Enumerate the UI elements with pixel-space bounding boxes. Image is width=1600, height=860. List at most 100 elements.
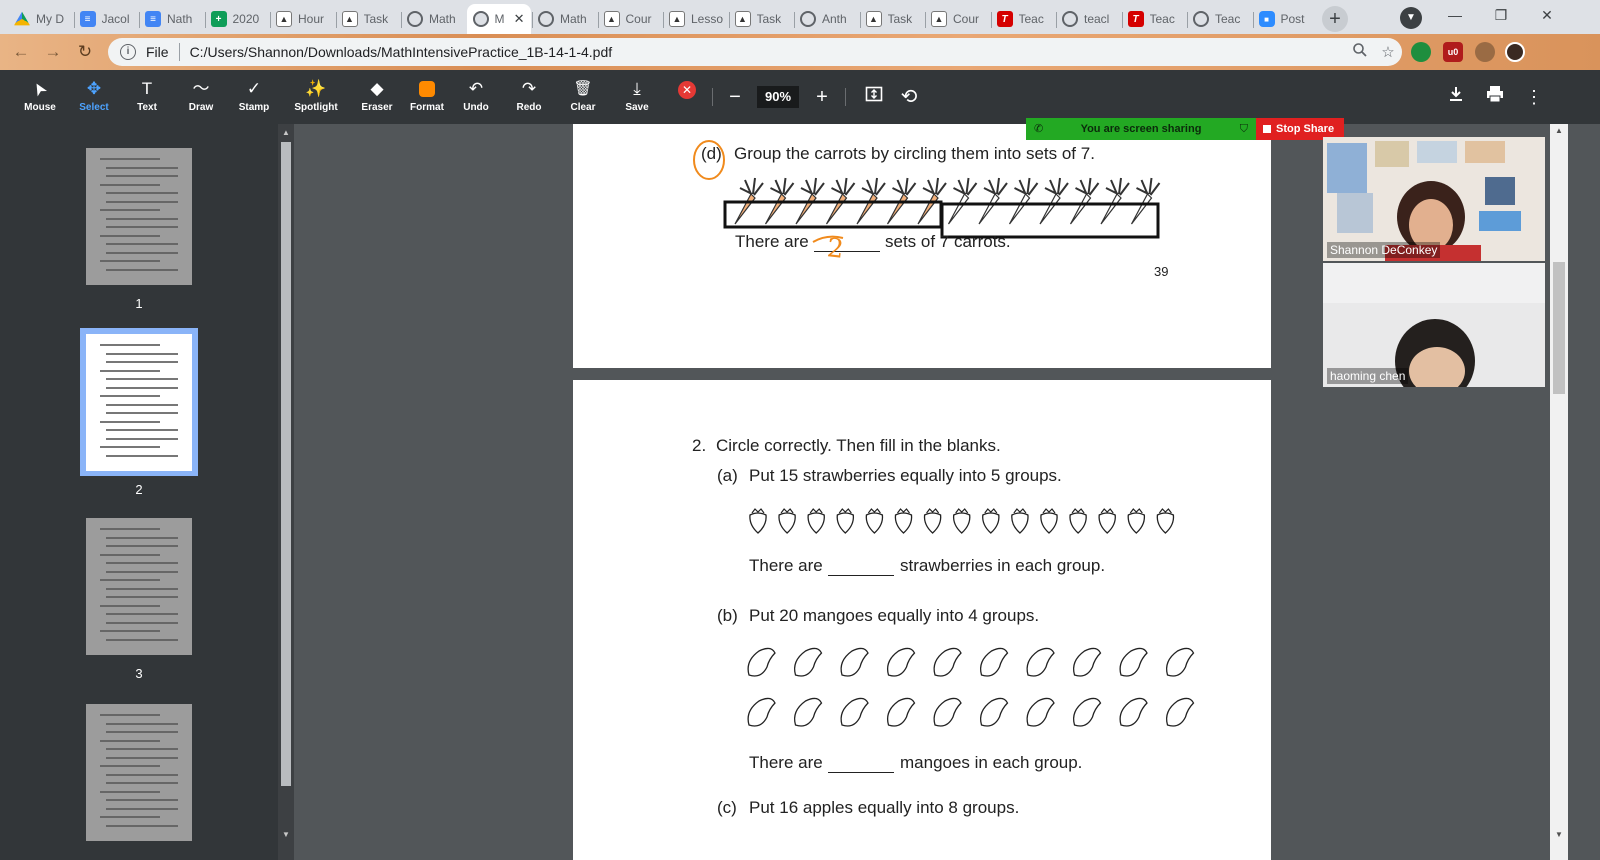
document-scrollbar-track[interactable] — [1550, 124, 1568, 860]
tool-label: Spotlight — [294, 102, 338, 113]
browser-tab[interactable]: +2020 — [204, 4, 269, 34]
doc-scroll-down-icon[interactable]: ▼ — [1550, 830, 1568, 839]
browser-tab[interactable]: ▲ Cour — [597, 4, 662, 34]
url-text[interactable]: C:/Users/Shannon/Downloads/MathIntensive… — [190, 44, 1346, 60]
strawberry-leaf — [1013, 508, 1027, 514]
tool-draw[interactable]: 〜 Draw — [173, 78, 229, 113]
more-options-button[interactable]: ⋮ — [1521, 84, 1547, 110]
screen-sharing-banner[interactable]: ✆ You are screen sharing ⛉ — [1026, 118, 1256, 140]
document-scrollbar-thumb[interactable] — [1553, 262, 1565, 394]
new-tab-button[interactable]: + — [1322, 6, 1348, 32]
carrot-leaves — [1105, 177, 1130, 196]
download-button[interactable] — [1443, 84, 1469, 110]
browser-tab[interactable]: Teac — [1187, 4, 1251, 34]
part-b-blank[interactable] — [828, 755, 894, 773]
minimize-button[interactable]: — — [1432, 0, 1478, 32]
extensions-puzzle-icon[interactable] — [1475, 42, 1495, 62]
mango-icon — [1026, 647, 1055, 677]
tool-select[interactable]: ✥ Select — [66, 78, 122, 113]
browser-tab[interactable]: M ✕ — [466, 4, 531, 34]
browser-tab[interactable]: ■ Post — [1252, 4, 1317, 34]
sidebar-scrollbar-thumb[interactable] — [281, 142, 291, 786]
video-tile-participant[interactable]: haoming chen — [1323, 263, 1545, 387]
strawberry-leaf — [1129, 508, 1143, 514]
question-title: Circle correctly. Then fill in the blank… — [716, 436, 1001, 455]
browser-tab[interactable]: My D — [8, 4, 72, 34]
tool-clear[interactable]: 🗑 Clear — [555, 78, 611, 113]
page-thumbnail-number: 2 — [135, 482, 143, 497]
browser-tab[interactable]: Math — [532, 4, 596, 34]
part-a-question: Put 15 strawberries equally into 5 group… — [749, 466, 1062, 485]
close-tab-icon[interactable]: ✕ — [514, 11, 525, 27]
restore-button[interactable]: ❐ — [1478, 0, 1524, 32]
fit-page-button[interactable] — [861, 84, 887, 110]
browser-tab[interactable]: Math — [401, 4, 465, 34]
browser-tab[interactable]: Anth — [794, 4, 858, 34]
scroll-up-arrow-icon[interactable]: ▲ — [278, 128, 294, 137]
bookmark-star-icon[interactable]: ☆ — [1374, 43, 1402, 61]
profile-avatar[interactable] — [1505, 42, 1525, 62]
browser-tab[interactable]: ▲ Cour — [925, 4, 989, 34]
tool-mouse[interactable]: ➤ Mouse — [12, 78, 68, 113]
browser-tab[interactable]: ▲ Task — [728, 4, 793, 34]
ublock-extension-icon[interactable]: u0 — [1443, 42, 1463, 62]
scroll-down-arrow-icon[interactable]: ▼ — [278, 830, 294, 839]
page-thumbnail[interactable] — [86, 704, 192, 841]
rotate-button[interactable]: ⟲ — [896, 84, 922, 110]
zoom-in-button[interactable]: + — [809, 84, 835, 110]
browser-tab[interactable]: ▲ Hour — [270, 4, 334, 34]
zoom-level[interactable]: 90% — [757, 86, 799, 108]
carrot-body — [947, 193, 970, 225]
address-bar[interactable]: i File C:/Users/Shannon/Downloads/MathIn… — [108, 38, 1402, 66]
tab-title: My D — [36, 12, 64, 26]
carrot-body — [978, 193, 1000, 225]
tool-spotlight[interactable]: ✨ Spotlight — [288, 78, 344, 113]
close-annotation-icon[interactable]: ✕ — [678, 81, 696, 99]
spotlight-icon: ✨ — [305, 79, 327, 98]
browser-tab[interactable]: ▲ Lesso — [663, 4, 727, 34]
tool-format[interactable]: Format — [399, 78, 455, 113]
zoom-icon: ■ — [1258, 11, 1275, 27]
browser-tab[interactable]: ≡ Nath — [139, 4, 203, 34]
tool-label: Redo — [516, 102, 542, 113]
print-button[interactable] — [1482, 84, 1508, 110]
part-d-label: (d) — [701, 144, 722, 163]
zoom-out-button[interactable]: − — [722, 84, 748, 110]
page-thumbnail[interactable] — [86, 518, 192, 655]
forward-button[interactable]: → — [40, 39, 66, 65]
mango-icon — [793, 697, 823, 727]
extension-green-icon[interactable] — [1411, 42, 1431, 62]
carrot-body — [825, 193, 848, 225]
thumbnail-text-line — [106, 429, 178, 431]
tool-save[interactable]: ⤓ Save — [609, 78, 665, 113]
strawberry-leaf — [926, 508, 940, 514]
thumbnail-text-line — [106, 437, 178, 440]
part-a-blank[interactable] — [828, 558, 894, 576]
tool-eraser[interactable]: ◆ Eraser — [349, 78, 405, 113]
tool-text[interactable]: T Text — [119, 78, 175, 113]
tool-label: Undo — [463, 102, 489, 113]
browser-tab[interactable]: teacl — [1056, 4, 1120, 34]
browser-tab[interactable]: T Teac — [1121, 4, 1186, 34]
close-window-button[interactable]: ✕ — [1524, 0, 1570, 32]
part-d-blank[interactable] — [814, 234, 880, 252]
tab-search-button[interactable]: ▼ — [1400, 7, 1422, 29]
site-info-icon[interactable]: i — [120, 44, 136, 60]
browser-tab[interactable]: ≡ Jacol — [73, 4, 138, 34]
zoom-magnifier-icon[interactable] — [1346, 42, 1374, 62]
browser-tab[interactable]: ▲ Task — [859, 4, 924, 34]
tool-undo[interactable]: ↶ Undo — [448, 78, 504, 113]
video-tile-host[interactable]: Shannon DeConkey — [1323, 137, 1545, 261]
tool-stamp[interactable]: ✓ Stamp — [226, 78, 282, 113]
browser-tab[interactable]: T Teac — [990, 4, 1055, 34]
strawberry-icon — [865, 512, 884, 534]
reload-button[interactable]: ↻ — [72, 39, 98, 65]
browser-tab[interactable]: ▲ Task — [335, 4, 400, 34]
classroom-icon: ▲ — [669, 11, 685, 27]
carrot-leaves — [953, 177, 978, 196]
page-thumbnail[interactable] — [86, 148, 192, 285]
doc-scroll-up-icon[interactable]: ▲ — [1550, 126, 1568, 135]
page-thumbnail[interactable] — [86, 334, 192, 471]
tool-redo[interactable]: ↷ Redo — [501, 78, 557, 113]
thumbnail-text-line — [106, 587, 178, 590]
